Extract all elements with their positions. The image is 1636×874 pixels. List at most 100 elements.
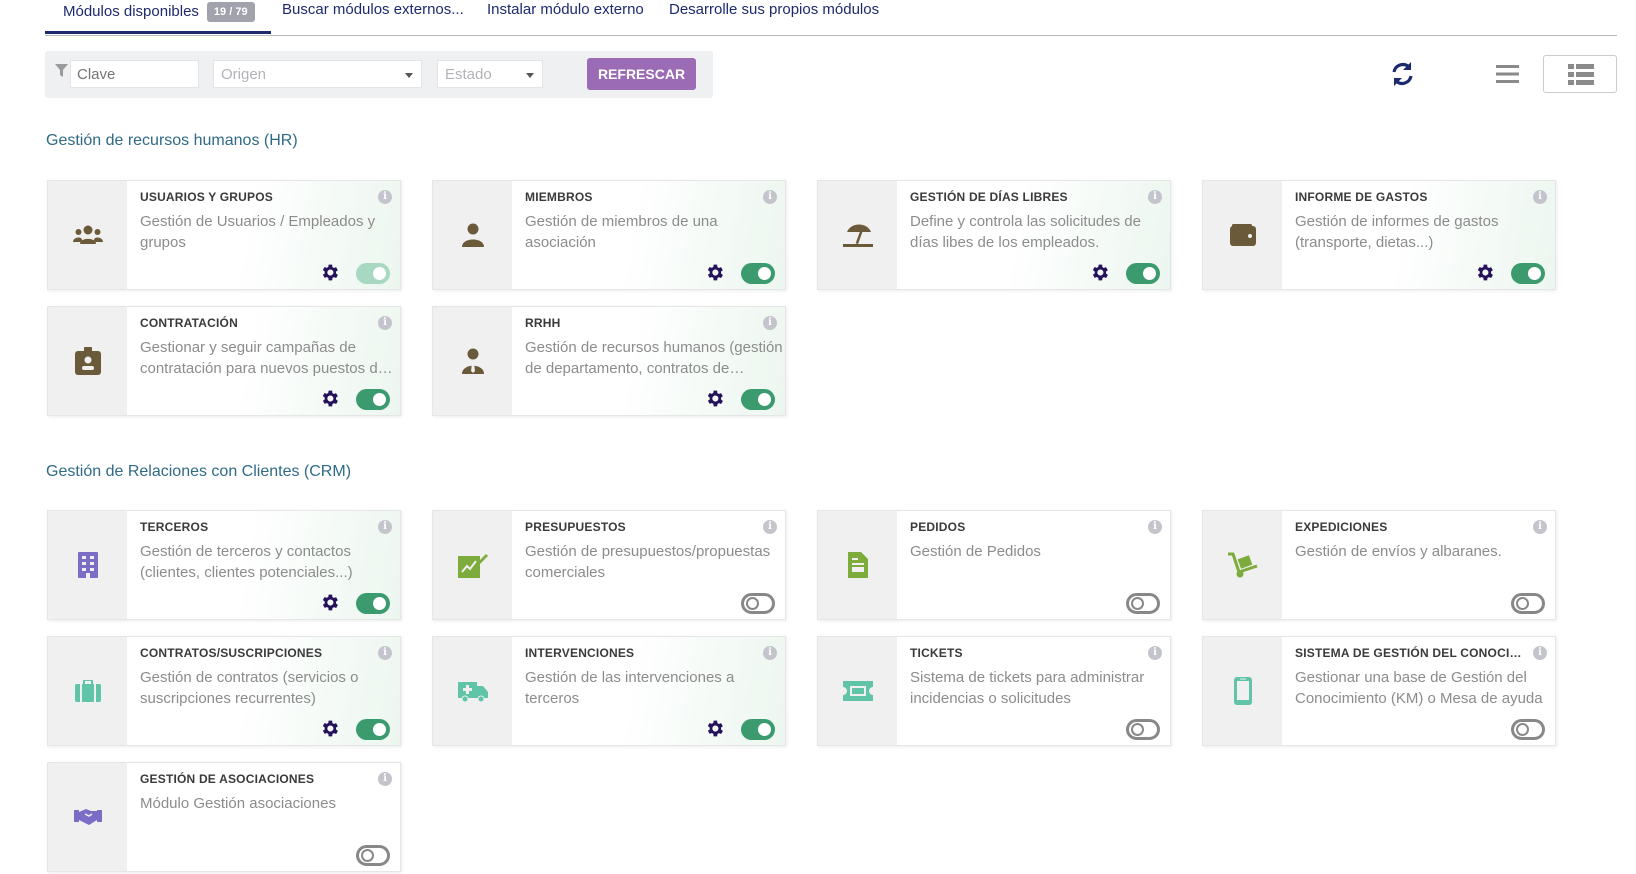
info-icon[interactable]: i [378, 646, 392, 660]
beach-umbrella-icon [842, 224, 873, 247]
module-card-terceros: TERCEROS Gestión de terceros y contactos… [47, 510, 401, 620]
file-invoice-icon [847, 552, 868, 578]
info-icon[interactable]: i [763, 316, 777, 330]
module-toggle[interactable] [356, 845, 390, 866]
chevron-down-icon [405, 73, 413, 78]
module-toggle[interactable] [356, 719, 390, 740]
gear-icon[interactable] [1474, 262, 1495, 283]
module-description: Gestión de informes de gastos (transport… [1295, 213, 1499, 251]
tab-available-label: Módulos disponibles [63, 3, 199, 20]
gear-icon[interactable] [704, 262, 725, 283]
suitcase-icon [74, 680, 101, 702]
info-icon[interactable]: i [378, 520, 392, 534]
module-description: Gestión de presupuestos/propuestas comer… [525, 543, 771, 581]
module-name: SISTEMA DE GESTIÓN DEL CONOCIMIENTO [1295, 646, 1531, 660]
member-icon [461, 223, 484, 247]
tab-develop-modules[interactable]: Desarrolle sus propios módulos [669, 2, 879, 34]
users-icon [72, 225, 103, 244]
keyword-input[interactable] [70, 60, 199, 88]
info-icon[interactable]: i [1533, 190, 1547, 204]
ticket-icon [842, 681, 873, 701]
info-icon[interactable]: i [378, 316, 392, 330]
module-name: PEDIDOS [910, 520, 966, 534]
module-description: Gestión de envíos y albaranes. [1295, 543, 1502, 560]
gear-icon[interactable] [1089, 262, 1110, 283]
tab-install-external[interactable]: Instalar módulo externo [487, 2, 644, 34]
sync-icon[interactable] [1390, 61, 1415, 87]
dolly-icon [1227, 552, 1257, 578]
module-toggle[interactable] [1511, 719, 1545, 740]
module-toggle[interactable] [1511, 263, 1545, 284]
module-name: INTERVENCIONES [525, 646, 635, 660]
module-card-knowledge: SISTEMA DE GESTIÓN DEL CONOCIMIENTO Gest… [1202, 636, 1556, 746]
origin-select[interactable]: Origen [213, 60, 422, 88]
kanban-view-button[interactable] [1543, 55, 1617, 93]
module-toggle[interactable] [741, 593, 775, 614]
module-toggle[interactable] [356, 389, 390, 410]
info-icon[interactable]: i [378, 772, 392, 786]
module-toggle[interactable] [1511, 593, 1545, 614]
origin-select-placeholder: Origen [221, 66, 267, 83]
section-title-hr: Gestión de recursos humanos (HR) [46, 132, 298, 149]
info-icon[interactable]: i [1148, 646, 1162, 660]
gear-icon[interactable] [319, 262, 340, 283]
gear-icon[interactable] [704, 718, 725, 739]
section-title-crm: Gestión de Relaciones con Clientes (CRM) [46, 463, 352, 480]
module-name: GESTIÓN DE DÍAS LIBRES [910, 190, 1068, 204]
module-card-contratacion: CONTRATACIÓN Gestionar y seguir campañas… [47, 306, 401, 416]
module-toggle[interactable] [741, 719, 775, 740]
module-toggle[interactable] [741, 389, 775, 410]
info-icon[interactable]: i [378, 190, 392, 204]
module-name: RRHH [525, 316, 561, 330]
info-icon[interactable]: i [1148, 520, 1162, 534]
info-icon[interactable]: i [1148, 190, 1162, 204]
chevron-down-icon [526, 73, 534, 78]
tab-available-modules[interactable]: Módulos disponibles 19 / 79 [45, 2, 271, 34]
refresh-button[interactable]: REFRESCAR [587, 58, 696, 90]
module-toggle[interactable] [1126, 719, 1160, 740]
info-icon[interactable]: i [763, 646, 777, 660]
gear-icon[interactable] [319, 718, 340, 739]
filter-bar: Origen Estado REFRESCAR [45, 51, 713, 98]
module-card-contratos: CONTRATOS/SUSCRIPCIONES Gestión de contr… [47, 636, 401, 746]
module-toggle[interactable] [1126, 593, 1160, 614]
info-icon[interactable]: i [1533, 646, 1547, 660]
module-card-pedidos: PEDIDOS Gestión de Pedidos i [817, 510, 1171, 620]
mobile-icon [1233, 677, 1252, 705]
wallet-icon [1229, 224, 1256, 246]
th-list-icon [1568, 64, 1594, 85]
module-name: CONTRATACIÓN [140, 316, 238, 330]
module-toggle[interactable] [1126, 263, 1160, 284]
module-name: TICKETS [910, 646, 963, 660]
module-toggle[interactable] [741, 263, 775, 284]
gear-icon[interactable] [319, 592, 340, 613]
list-view-icon[interactable] [1496, 64, 1519, 84]
handshake-icon [73, 809, 102, 825]
module-card-asociaciones: GESTIÓN DE ASOCIACIONES Módulo Gestión a… [47, 762, 401, 872]
gear-icon[interactable] [319, 388, 340, 409]
gear-icon[interactable] [704, 388, 725, 409]
module-card-intervenciones: INTERVENCIONES Gestión de las intervenci… [432, 636, 786, 746]
module-toggle[interactable] [356, 263, 390, 284]
info-icon[interactable]: i [1533, 520, 1547, 534]
module-description: Gestión de las intervenciones a terceros [525, 669, 735, 707]
module-description: Gestión de recursos humanos (gestión de … [525, 339, 783, 377]
module-description: Gestión de Usuarios / Empleados y grupos [140, 213, 376, 251]
info-icon[interactable]: i [763, 520, 777, 534]
module-count-badge: 19 / 79 [206, 2, 255, 22]
module-card-gastos: INFORME DE GASTOS Gestión de informes de… [1202, 180, 1556, 290]
module-card-miembros: MIEMBROS Gestión de miembros de una asoc… [432, 180, 786, 290]
module-name: TERCEROS [140, 520, 209, 534]
module-name: GESTIÓN DE ASOCIACIONES [140, 772, 315, 786]
filter-icon [55, 64, 68, 77]
module-description: Sistema de tickets para administrar inci… [910, 669, 1145, 707]
module-toggle[interactable] [356, 593, 390, 614]
module-description: Gestionar una base de Gestión del Conoci… [1295, 669, 1543, 707]
info-icon[interactable]: i [763, 190, 777, 204]
module-description: Módulo Gestión asociaciones [140, 795, 336, 812]
status-select[interactable]: Estado [437, 60, 543, 88]
module-description: Gestionar y seguir campañas de contratac… [140, 339, 386, 377]
module-description: Gestión de Pedidos [910, 543, 1041, 560]
tab-search-external[interactable]: Buscar módulos externos... [282, 2, 464, 34]
module-card-tickets: TICKETS Sistema de tickets para administ… [817, 636, 1171, 746]
